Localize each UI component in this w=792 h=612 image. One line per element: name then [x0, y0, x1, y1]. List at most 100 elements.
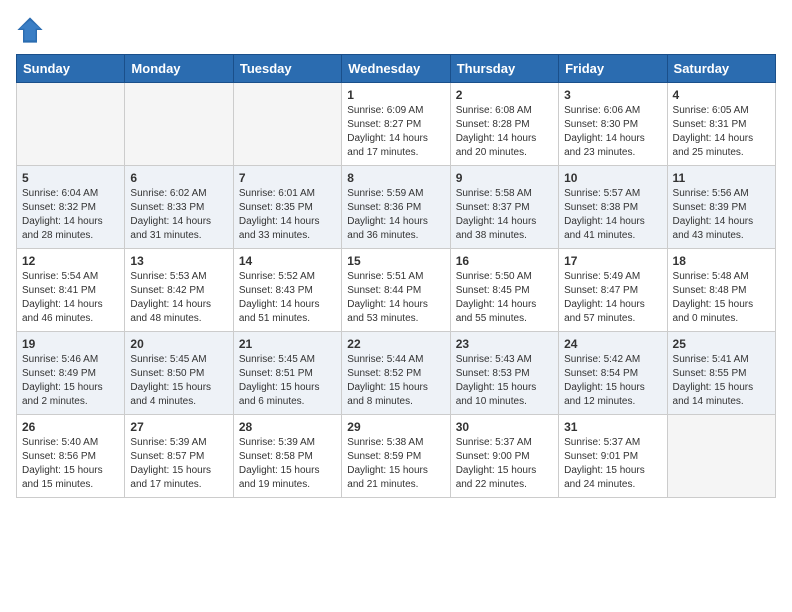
cell-info-text: Sunrise: 5:53 AM Sunset: 8:42 PM Dayligh…: [130, 270, 227, 326]
calendar-cell-2-1: 5Sunrise: 6:04 AM Sunset: 8:32 PM Daylig…: [17, 166, 125, 249]
day-number: 23: [456, 337, 553, 351]
calendar-cell-4-1: 19 Sunrise: 5:46 AM Sunset: 8:49 PM Dayli…: [17, 332, 125, 415]
calendar-cell-5-3: 28 Sunrise: 5:39 AM Sunset: 8:58 PM Dayli…: [233, 415, 341, 498]
cell-info-text: Sunrise: 5:45 AM Sunset: 8:51 PM Dayligh…: [239, 353, 336, 409]
cell-info-text: Sunrise: 6:09 AM Sunset: 8:27 PM Dayligh…: [347, 104, 444, 160]
cell-info-text: Sunrise: 5:59 AM Sunset: 8:36 PM Dayligh…: [347, 187, 444, 243]
cell-info-text: Sunrise: 5:48 AM Sunset: 8:48 PM Dayligh…: [673, 270, 770, 326]
calendar-cell-3-5: 16 Sunrise: 5:50 AM Sunset: 8:45 PM Dayli…: [450, 249, 558, 332]
cell-info-text: Sunrise: 5:45 AM Sunset: 8:50 PM Dayligh…: [130, 353, 227, 409]
calendar-cell-2-7: 11 Sunrise: 5:56 AM Sunset: 8:39 PM Dayli…: [667, 166, 775, 249]
day-header-saturday: Saturday: [667, 55, 775, 83]
cell-info-text: Sunrise: 5:51 AM Sunset: 8:44 PM Dayligh…: [347, 270, 444, 326]
cell-info-text: Sunrise: 5:40 AM Sunset: 8:56 PM Dayligh…: [22, 436, 119, 492]
cell-info-text: Sunrise: 5:39 AM Sunset: 8:57 PM Dayligh…: [130, 436, 227, 492]
cell-info-text: Sunrise: 5:43 AM Sunset: 8:53 PM Dayligh…: [456, 353, 553, 409]
day-number: 14: [239, 254, 336, 268]
day-number: 26: [22, 420, 119, 434]
calendar-cell-1-5: 2 Sunrise: 6:08 AM Sunset: 8:28 PM Daylig…: [450, 83, 558, 166]
calendar-cell-5-1: 26 Sunrise: 5:40 AM Sunset: 8:56 PM Dayli…: [17, 415, 125, 498]
day-number: 5: [22, 171, 119, 185]
day-number: 7: [239, 171, 336, 185]
calendar-cell-2-4: 8 Sunrise: 5:59 AM Sunset: 8:36 PM Daylig…: [342, 166, 450, 249]
day-number: 6: [130, 171, 227, 185]
cell-info-text: Sunrise: 5:46 AM Sunset: 8:49 PM Dayligh…: [22, 353, 119, 409]
cell-info-text: Sunrise: 5:44 AM Sunset: 8:52 PM Dayligh…: [347, 353, 444, 409]
cell-info-text: Sunrise: 5:54 AM Sunset: 8:41 PM Dayligh…: [22, 270, 119, 326]
cell-info-text: Sunrise: 5:38 AM Sunset: 8:59 PM Dayligh…: [347, 436, 444, 492]
cell-info-text: Sunrise: 6:06 AM Sunset: 8:30 PM Dayligh…: [564, 104, 661, 160]
calendar-cell-4-3: 21 Sunrise: 5:45 AM Sunset: 8:51 PM Dayli…: [233, 332, 341, 415]
cell-info-text: Sunrise: 5:42 AM Sunset: 8:54 PM Dayligh…: [564, 353, 661, 409]
cell-info-text: Sunrise: 6:01 AM Sunset: 8:35 PM Dayligh…: [239, 187, 336, 243]
day-header-thursday: Thursday: [450, 55, 558, 83]
day-number: 25: [673, 337, 770, 351]
page-header: [16, 16, 776, 44]
calendar-cell-4-2: 20 Sunrise: 5:45 AM Sunset: 8:50 PM Dayli…: [125, 332, 233, 415]
calendar-cell-5-2: 27Sunrise: 5:39 AM Sunset: 8:57 PM Dayli…: [125, 415, 233, 498]
calendar-cell-3-2: 13 Sunrise: 5:53 AM Sunset: 8:42 PM Dayli…: [125, 249, 233, 332]
calendar-week-5: 26 Sunrise: 5:40 AM Sunset: 8:56 PM Dayli…: [17, 415, 776, 498]
calendar-week-1: 1 Sunrise: 6:09 AM Sunset: 8:27 PM Daylig…: [17, 83, 776, 166]
day-number: 18: [673, 254, 770, 268]
day-number: 8: [347, 171, 444, 185]
day-number: 4: [673, 88, 770, 102]
cell-info-text: Sunrise: 6:05 AM Sunset: 8:31 PM Dayligh…: [673, 104, 770, 160]
day-number: 28: [239, 420, 336, 434]
calendar-cell-3-1: 12 Sunrise: 5:54 AM Sunset: 8:41 PM Dayli…: [17, 249, 125, 332]
calendar-week-2: 5Sunrise: 6:04 AM Sunset: 8:32 PM Daylig…: [17, 166, 776, 249]
day-number: 12: [22, 254, 119, 268]
calendar-cell-2-6: 10Sunrise: 5:57 AM Sunset: 8:38 PM Dayli…: [559, 166, 667, 249]
logo: [16, 16, 48, 44]
day-number: 29: [347, 420, 444, 434]
calendar-cell-5-7: [667, 415, 775, 498]
calendar-cell-3-4: 15 Sunrise: 5:51 AM Sunset: 8:44 PM Dayli…: [342, 249, 450, 332]
cell-info-text: Sunrise: 5:58 AM Sunset: 8:37 PM Dayligh…: [456, 187, 553, 243]
days-header-row: SundayMondayTuesdayWednesdayThursdayFrid…: [17, 55, 776, 83]
day-number: 30: [456, 420, 553, 434]
cell-info-text: Sunrise: 5:37 AM Sunset: 9:01 PM Dayligh…: [564, 436, 661, 492]
cell-info-text: Sunrise: 5:39 AM Sunset: 8:58 PM Dayligh…: [239, 436, 336, 492]
cell-info-text: Sunrise: 6:02 AM Sunset: 8:33 PM Dayligh…: [130, 187, 227, 243]
day-number: 22: [347, 337, 444, 351]
day-number: 17: [564, 254, 661, 268]
cell-info-text: Sunrise: 6:08 AM Sunset: 8:28 PM Dayligh…: [456, 104, 553, 160]
day-number: 1: [347, 88, 444, 102]
calendar-cell-5-4: 29 Sunrise: 5:38 AM Sunset: 8:59 PM Dayli…: [342, 415, 450, 498]
day-number: 10: [564, 171, 661, 185]
cell-info-text: Sunrise: 5:41 AM Sunset: 8:55 PM Dayligh…: [673, 353, 770, 409]
calendar-cell-2-2: 6 Sunrise: 6:02 AM Sunset: 8:33 PM Daylig…: [125, 166, 233, 249]
day-number: 31: [564, 420, 661, 434]
calendar-cell-4-5: 23 Sunrise: 5:43 AM Sunset: 8:53 PM Dayli…: [450, 332, 558, 415]
calendar-cell-2-5: 9 Sunrise: 5:58 AM Sunset: 8:37 PM Daylig…: [450, 166, 558, 249]
day-header-wednesday: Wednesday: [342, 55, 450, 83]
calendar-cell-5-6: 31 Sunrise: 5:37 AM Sunset: 9:01 PM Dayli…: [559, 415, 667, 498]
calendar-cell-1-1: [17, 83, 125, 166]
calendar-cell-2-3: 7 Sunrise: 6:01 AM Sunset: 8:35 PM Daylig…: [233, 166, 341, 249]
day-number: 2: [456, 88, 553, 102]
day-number: 21: [239, 337, 336, 351]
cell-info-text: Sunrise: 5:49 AM Sunset: 8:47 PM Dayligh…: [564, 270, 661, 326]
calendar-cell-4-4: 22 Sunrise: 5:44 AM Sunset: 8:52 PM Dayli…: [342, 332, 450, 415]
cell-info-text: Sunrise: 5:56 AM Sunset: 8:39 PM Dayligh…: [673, 187, 770, 243]
day-number: 16: [456, 254, 553, 268]
cell-info-text: Sunrise: 5:50 AM Sunset: 8:45 PM Dayligh…: [456, 270, 553, 326]
day-header-tuesday: Tuesday: [233, 55, 341, 83]
cell-info-text: Sunrise: 5:52 AM Sunset: 8:43 PM Dayligh…: [239, 270, 336, 326]
calendar-week-3: 12 Sunrise: 5:54 AM Sunset: 8:41 PM Dayli…: [17, 249, 776, 332]
calendar-cell-1-4: 1 Sunrise: 6:09 AM Sunset: 8:27 PM Daylig…: [342, 83, 450, 166]
day-number: 20: [130, 337, 227, 351]
day-number: 15: [347, 254, 444, 268]
calendar-table: SundayMondayTuesdayWednesdayThursdayFrid…: [16, 54, 776, 498]
calendar-cell-3-3: 14 Sunrise: 5:52 AM Sunset: 8:43 PM Dayli…: [233, 249, 341, 332]
day-header-sunday: Sunday: [17, 55, 125, 83]
calendar-cell-5-5: 30Sunrise: 5:37 AM Sunset: 9:00 PM Dayli…: [450, 415, 558, 498]
day-number: 11: [673, 171, 770, 185]
calendar-cell-1-7: 4 Sunrise: 6:05 AM Sunset: 8:31 PM Daylig…: [667, 83, 775, 166]
calendar-cell-1-3: [233, 83, 341, 166]
calendar-cell-4-7: 25 Sunrise: 5:41 AM Sunset: 8:55 PM Dayli…: [667, 332, 775, 415]
day-number: 19: [22, 337, 119, 351]
calendar-cell-4-6: 24Sunrise: 5:42 AM Sunset: 8:54 PM Dayli…: [559, 332, 667, 415]
day-number: 9: [456, 171, 553, 185]
day-number: 13: [130, 254, 227, 268]
